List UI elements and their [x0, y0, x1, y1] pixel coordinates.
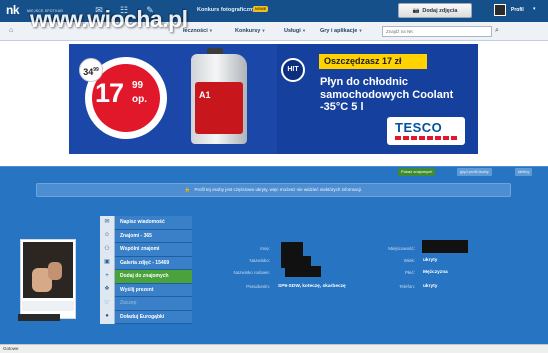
redaction-bar [281, 242, 303, 256]
divider [0, 166, 548, 167]
mail-icon: ✉ [100, 215, 115, 229]
age-label: Wiek: [403, 258, 415, 263]
nav-item-services[interactable]: Usługi ▾ [284, 28, 305, 34]
nav-item-contests[interactable]: Konkursy ▾ [235, 28, 265, 34]
chevron-down-icon[interactable]: ▾ [533, 6, 536, 12]
phone-value: ukryty [423, 284, 438, 289]
redaction-bar [422, 240, 468, 253]
photo-caption-area [22, 301, 74, 311]
nickname-value: SP9-SDW, koteczę, skarbeczę [278, 284, 346, 289]
friends-icon: ☺ [100, 229, 115, 243]
nk-logo[interactable]: nk [6, 3, 20, 17]
savings-banner: Oszczędzasz 17 zł [319, 54, 427, 69]
age-value: ukryty [423, 258, 438, 263]
search-input[interactable] [382, 26, 492, 37]
maiden-name-label: Nazwisko rodowe: [233, 270, 270, 275]
mutual-friends-button[interactable]: ⚇ Wspólni znajomi [100, 242, 192, 257]
city-label: Miejscowość: [388, 246, 415, 251]
chevron-down-icon: ▾ [359, 28, 362, 33]
bottle-brand: A1 [199, 90, 211, 100]
ad-price-unit: op. [132, 94, 147, 105]
top-up-button[interactable]: ● Doładuj Eurogąbki [100, 310, 192, 324]
add-friend-icon: + [100, 269, 115, 283]
ad-headline: Płyn do chłodnic samochodowych Coolant -… [320, 76, 454, 113]
send-gift-button[interactable]: ❖ Wyślij prezent [100, 283, 192, 297]
advertisement-banner[interactable]: 3499 17 99 op. A1 HIT Oszczędzasz 17 zł … [69, 44, 478, 154]
tesco-logo: TESCO [395, 120, 443, 135]
hit-badge: HIT [281, 58, 305, 82]
home-icon[interactable]: ⌂ [9, 27, 13, 34]
privacy-notice: 🔒 Profil tej osoby jest częściowo ukryty,… [36, 183, 511, 197]
profile-view-tag[interactable]: ględ profil-liczby [457, 168, 492, 176]
status-bar: Gotowe [0, 344, 548, 353]
profile-menu[interactable]: Profil [511, 7, 524, 13]
camera-icon: 📷 [412, 7, 420, 14]
wall-tag[interactable]: tablicy [515, 168, 533, 176]
coins-icon: ● [100, 310, 115, 324]
chevron-down-icon: ▾ [209, 28, 213, 33]
search-icon[interactable]: ⌕ [495, 27, 499, 35]
gender-value: Mężczyzna [423, 270, 448, 275]
send-message-button[interactable]: ✉ Napisz wiadomość [100, 215, 192, 230]
friends-button[interactable]: ☺ Znajomi - 365 [100, 229, 192, 243]
redaction-bar [18, 314, 60, 321]
first-name-label: Imię: [260, 246, 270, 251]
add-photos-label: Dodaj zdjęcia [422, 7, 458, 14]
lock-icon: 🔒 [184, 187, 191, 192]
gender-label: Płeć: [404, 270, 415, 275]
gift-icon: ❖ [100, 283, 115, 297]
ad-new-price: 17 [95, 78, 124, 108]
nav-item-games[interactable]: Gry i aplikacje ▾ [320, 28, 362, 34]
new-badge: NOWE [253, 6, 269, 12]
chevron-down-icon: ▾ [302, 28, 306, 33]
mutual-friends-icon: ⚇ [100, 242, 115, 256]
add-friend-button[interactable]: + Dodaj do znajomych [100, 269, 192, 284]
avatar[interactable] [494, 4, 506, 16]
photo-figure [48, 262, 62, 280]
tesco-stripes [395, 136, 457, 140]
profile-action-menu: ✉ Napisz wiadomość ☺ Znajomi - 365 ⚇ Wspóln… [100, 215, 192, 324]
phone-label: Telefon: [399, 284, 415, 289]
poke-icon: ☞ [100, 296, 115, 310]
watermark: www.wiocha.pl [30, 6, 188, 32]
redaction-bar [285, 266, 321, 277]
status-text: Gotowe [3, 346, 19, 351]
show-friends-tag[interactable]: Pokaż znajomych [398, 168, 436, 176]
gallery-icon: ▣ [100, 256, 115, 270]
gallery-button[interactable]: ▣ Galeria zdjęć - 15469 [100, 256, 192, 270]
nickname-label: Pseudonim: [246, 284, 270, 289]
ad-new-price-cents: 99 [132, 80, 144, 91]
contest-link[interactable]: Konkurs fotograficzny [197, 7, 255, 13]
poke-button[interactable]: ☞ Zaczep [100, 296, 192, 311]
chevron-down-icon: ▾ [262, 28, 265, 33]
add-photos-button[interactable]: 📷 Dodaj zdjęcia [398, 3, 472, 18]
last-name-label: Nazwisko: [249, 258, 270, 263]
